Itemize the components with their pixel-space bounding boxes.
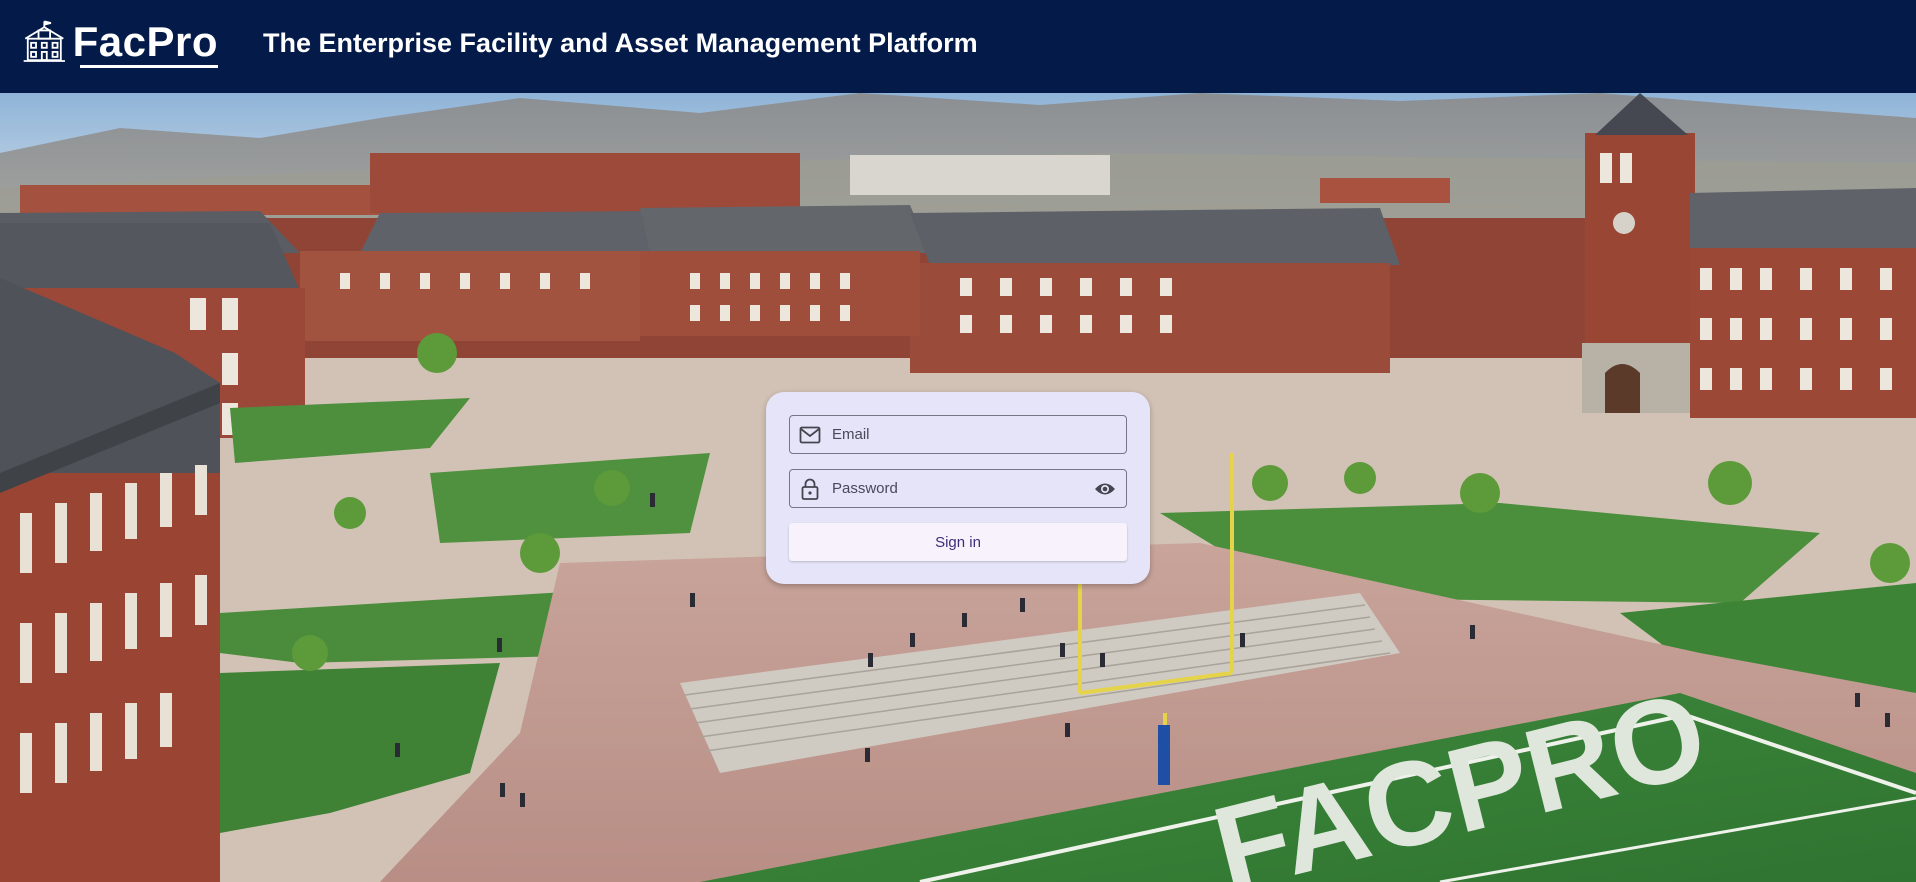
- email-input[interactable]: [832, 416, 1126, 453]
- facpro-logo[interactable]: FacPro: [22, 14, 218, 70]
- logo-underline: [80, 65, 218, 68]
- password-input[interactable]: [832, 470, 1092, 507]
- password-field[interactable]: [789, 469, 1127, 508]
- sign-in-button[interactable]: Sign in: [789, 523, 1127, 561]
- building-icon: [23, 20, 65, 62]
- lock-icon: [798, 477, 822, 501]
- eye-icon[interactable]: [1092, 476, 1118, 502]
- email-icon: [798, 423, 822, 447]
- login-card: Sign in: [766, 392, 1150, 584]
- logo-text: FacPro: [72, 18, 218, 65]
- app-header: FacPro The Enterprise Facility and Asset…: [0, 0, 1916, 93]
- page-tagline: The Enterprise Facility and Asset Manage…: [263, 28, 978, 58]
- email-field[interactable]: [789, 415, 1127, 454]
